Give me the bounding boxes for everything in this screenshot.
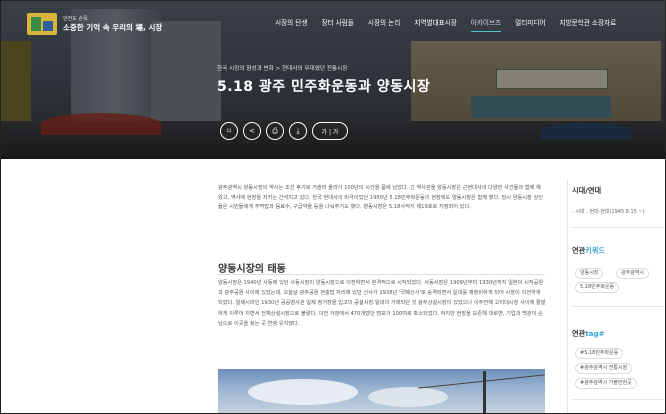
photo-cloud: [248, 379, 358, 405]
tags-heading-hash: #: [598, 329, 605, 338]
body-paragraph: 양동시장은 1940년 사동에 있던 사동시장이 양동시장으로 이전하면서 본격…: [218, 280, 546, 327]
site-logo[interactable]: 안전도 손목 소중한 기억 속 우리의 場, 시장: [27, 13, 162, 35]
main-nav: 시장의 탄생 장터 사람들 시장의 논리 지역별대표시장 아카이브즈 멀티미디어…: [275, 17, 630, 32]
nav-item-market-birth[interactable]: 시장의 탄생: [275, 17, 307, 32]
brand-text: 안전도 손목 소중한 기억 속 우리의 場, 시장: [63, 15, 162, 33]
section-title: 양동시장의 태동: [218, 264, 286, 275]
article-actions: ⌑ < ⎙ ⤓ 가 | 가: [220, 122, 348, 140]
share-icon[interactable]: <: [243, 122, 261, 140]
era-heading: 시대/연대: [572, 186, 602, 195]
nav-item-archives[interactable]: 아카이브즈: [470, 17, 502, 32]
tags-heading: 연관tag#: [572, 329, 605, 339]
article-photo: [218, 369, 545, 413]
download-icon[interactable]: ⤓: [289, 122, 307, 140]
keywords-heading: 연관키워드: [572, 246, 605, 256]
font-size-icon[interactable]: 가 | 가: [312, 122, 348, 140]
intro-paragraph: 광주광역시 양동시장의 역사는 조선 후기로 거슬러 올라가 100년의 시간을…: [218, 185, 543, 210]
brand-title: 소중한 기억 속 우리의 場, 시장: [63, 23, 163, 32]
hashtag[interactable]: #광주광역시 가볼만한곳: [575, 378, 637, 389]
tags-heading-main: 연관: [572, 329, 586, 338]
logo-icon: [27, 13, 57, 35]
print-icon[interactable]: ⎙: [266, 122, 284, 140]
keyword-tag[interactable]: 5.18민주화운동: [575, 282, 620, 293]
tags-heading-accent: tag: [585, 329, 599, 338]
hashtag[interactable]: #5.18민주화운동: [575, 348, 624, 359]
keywords-heading-accent: 키워드: [585, 246, 606, 255]
keywords-heading-main: 연관: [572, 246, 586, 255]
photo-wire: [418, 374, 545, 389]
hero-banner: 안전도 손목 소중한 기억 속 우리의 場, 시장 시장의 탄생 장터 사람들 …: [1, 1, 665, 159]
sidebar-divider: [567, 179, 568, 413]
hashtag[interactable]: #광주광역시 전통시장: [575, 363, 633, 374]
nav-item-market-people[interactable]: 장터 사람들: [321, 17, 353, 32]
nav-item-regional-markets[interactable]: 지역별대표시장: [414, 17, 456, 32]
page-frame: 안전도 손목 소중한 기억 속 우리의 場, 시장 시장의 탄생 장터 사람들 …: [0, 0, 666, 414]
section-divider: [218, 274, 545, 275]
nav-item-market-logic[interactable]: 시장의 논리: [368, 17, 400, 32]
photo-cloud: [368, 387, 448, 407]
nav-item-literature-collection[interactable]: 지방문학관 소장자료: [559, 17, 616, 32]
photo-pole: [483, 371, 486, 413]
sidebar-rule: [572, 306, 665, 307]
breadcrumb[interactable]: 한국 시장의 형성과 변화 > 현대사의 무대였던 전통시장: [217, 64, 347, 72]
sidebar-rule: [572, 399, 665, 400]
bookmark-icon[interactable]: ⌑: [220, 122, 238, 140]
keyword-tag[interactable]: 광주광역시: [616, 268, 650, 279]
era-value: - 시대 : 현대·현대(1945.8.15 ~): [572, 209, 645, 215]
sidebar-rule: [572, 227, 665, 228]
brand-subtitle: 안전도 손목: [63, 16, 88, 22]
nav-item-multimedia[interactable]: 멀티미디어: [515, 17, 545, 32]
keyword-tag[interactable]: 양동시장: [575, 268, 604, 279]
page-title: 5.18 광주 민주화운동과 양동시장: [217, 79, 431, 95]
